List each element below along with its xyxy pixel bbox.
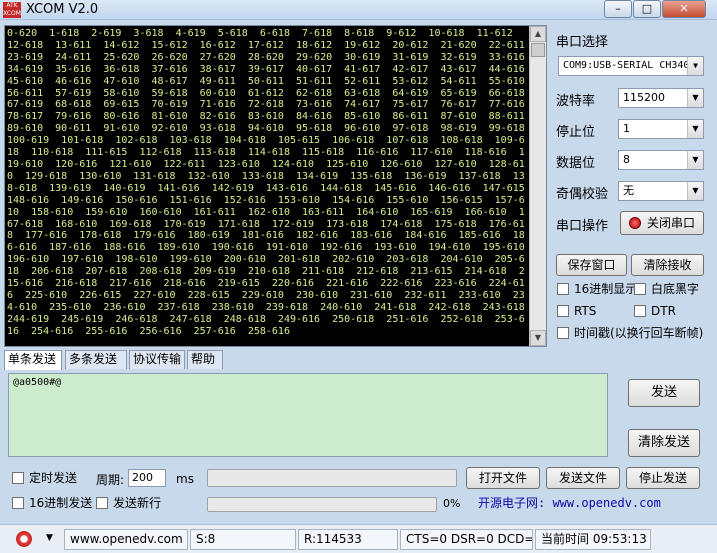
send-file-button[interactable]: 发送文件 bbox=[546, 467, 620, 489]
chevron-down-icon: ▼ bbox=[687, 120, 703, 138]
status-time: 当前时间 09:53:13 bbox=[535, 529, 651, 550]
window-title: XCOM V2.0 bbox=[26, 2, 99, 17]
operation-label: 串口操作 bbox=[556, 219, 609, 234]
chevron-down-icon: ▼ bbox=[687, 182, 703, 200]
scroll-down-icon[interactable]: ▼ bbox=[530, 330, 546, 346]
port-label: 串口选择 bbox=[556, 35, 609, 50]
chevron-down-icon[interactable]: ▼ bbox=[46, 533, 53, 543]
status-lines: CTS=0 DSR=0 DCD=0 bbox=[400, 529, 533, 550]
dtr-checkbox[interactable]: DTR bbox=[634, 304, 676, 318]
status-bar: ▼ www.openedv.com S:8 R:114533 CTS=0 DSR… bbox=[0, 524, 717, 553]
parity-value: 无 bbox=[623, 184, 634, 197]
period-label: 周期: bbox=[96, 473, 125, 487]
hex-display-checkbox[interactable]: 16进制显示 bbox=[557, 282, 637, 296]
stop-send-button[interactable]: 停止发送 bbox=[626, 467, 700, 489]
tab-protocol[interactable]: 协议传输 bbox=[129, 350, 185, 369]
clear-receive-button[interactable]: 清除接收 bbox=[631, 254, 704, 276]
send-progress-bar bbox=[207, 497, 437, 512]
close-button[interactable]: ✕ bbox=[662, 0, 706, 18]
website-link[interactable]: 开源电子网: www.openedv.com bbox=[478, 494, 661, 511]
send-newline-checkbox[interactable]: 发送新行 bbox=[96, 496, 161, 510]
stop-bits-value: 1 bbox=[623, 122, 630, 135]
maximize-button[interactable]: □ bbox=[633, 0, 661, 18]
data-bits-select[interactable]: 8 ▼ bbox=[618, 150, 704, 170]
rts-checkbox[interactable]: RTS bbox=[557, 304, 596, 318]
stop-bits-select[interactable]: 1 ▼ bbox=[618, 119, 704, 139]
data-bits-value: 8 bbox=[623, 153, 630, 166]
chevron-down-icon: ▼ bbox=[687, 151, 703, 169]
timed-send-checkbox[interactable]: 定时发送 bbox=[12, 471, 77, 485]
period-input[interactable]: 200 bbox=[128, 469, 166, 487]
receive-area[interactable]: 0-620 1-618 2-619 3-618 4-619 5-618 6-61… bbox=[4, 25, 547, 347]
hex-send-checkbox[interactable]: 16进制发送 bbox=[12, 496, 92, 510]
status-sent-count: S:8 bbox=[190, 529, 296, 550]
chevron-down-icon: ▼ bbox=[687, 89, 703, 107]
progress-percent: 0% bbox=[443, 497, 461, 510]
send-input[interactable]: @a0500#@ bbox=[8, 373, 608, 457]
app-logo-icon: ATK XCOM bbox=[3, 2, 21, 18]
status-website[interactable]: www.openedv.com bbox=[64, 529, 188, 550]
tab-single-send[interactable]: 单条发送 bbox=[4, 350, 62, 370]
close-port-label: 关闭串口 bbox=[646, 216, 695, 230]
parity-select[interactable]: 无 ▼ bbox=[618, 181, 704, 201]
scroll-up-icon[interactable]: ▲ bbox=[530, 26, 546, 42]
record-icon bbox=[628, 217, 641, 229]
white-bg-checkbox[interactable]: 白底黑字 bbox=[634, 282, 699, 296]
send-button[interactable]: 发送 bbox=[628, 379, 700, 407]
receive-text: 0-620 1-618 2-619 3-618 4-619 5-618 6-61… bbox=[7, 28, 525, 337]
status-received-count: R:114533 bbox=[298, 529, 398, 550]
tab-multi-send[interactable]: 多条发送 bbox=[65, 350, 127, 369]
baud-value: 115200 bbox=[623, 91, 665, 104]
baud-label: 波特率 bbox=[556, 94, 596, 109]
data-bits-label: 数据位 bbox=[556, 156, 596, 171]
port-select[interactable]: COM9:USB-SERIAL CH340 ▼ bbox=[558, 56, 704, 76]
baud-select[interactable]: 115200 ▼ bbox=[618, 88, 704, 108]
open-file-button[interactable]: 打开文件 bbox=[466, 467, 540, 489]
receive-scrollbar[interactable]: ▲ ▼ bbox=[529, 26, 546, 346]
scroll-thumb[interactable] bbox=[531, 43, 545, 57]
tab-help[interactable]: 帮助 bbox=[187, 350, 223, 369]
timestamp-checkbox[interactable]: 时间戳(以换行回车断帧) bbox=[557, 326, 703, 340]
save-window-button[interactable]: 保存窗口 bbox=[556, 254, 627, 276]
clear-send-button[interactable]: 清除发送 bbox=[628, 429, 700, 457]
title-bar: ATK XCOM XCOM V2.0 – □ ✕ bbox=[0, 0, 717, 20]
minimize-button[interactable]: – bbox=[604, 0, 632, 18]
file-path-field[interactable] bbox=[207, 469, 457, 487]
close-port-button[interactable]: 关闭串口 bbox=[620, 211, 704, 235]
chevron-down-icon: ▼ bbox=[687, 57, 703, 75]
settings-gear-icon[interactable] bbox=[16, 531, 32, 547]
parity-label: 奇偶校验 bbox=[556, 187, 609, 202]
period-unit: ms bbox=[176, 472, 194, 486]
stop-bits-label: 停止位 bbox=[556, 125, 596, 140]
port-value: COM9:USB-SERIAL CH340 bbox=[563, 60, 690, 71]
